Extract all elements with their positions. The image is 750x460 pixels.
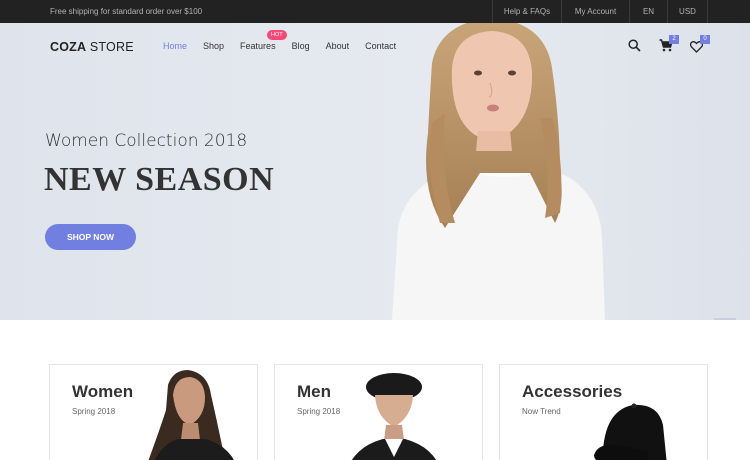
cart-count-badge: 2 — [669, 35, 679, 44]
nav-features-label: Features — [240, 41, 276, 51]
hero-slider: COZA STORE Home Shop Features HOT Blog A… — [0, 23, 750, 320]
nav-contact[interactable]: Contact — [365, 41, 396, 51]
help-faqs-link[interactable]: Help & FAQs — [493, 0, 562, 23]
wishlist-button[interactable]: 0 — [689, 35, 710, 58]
nav-shop[interactable]: Shop — [203, 41, 224, 51]
topbar-links: Help & FAQs My Account EN USD — [492, 0, 708, 23]
banner-women[interactable]: Women Spring 2018 — [49, 364, 258, 460]
hot-badge: HOT — [267, 30, 287, 40]
hero-title: NEW SEASON — [44, 161, 275, 198]
my-account-link[interactable]: My Account — [562, 0, 630, 23]
currency-selector[interactable]: USD — [668, 0, 708, 23]
slider-indicator[interactable] — [714, 318, 736, 320]
search-icon[interactable] — [628, 39, 641, 57]
banner-subtitle: Now Trend — [522, 407, 561, 416]
banner-men[interactable]: Men Spring 2018 — [274, 364, 483, 460]
site-logo[interactable]: COZA STORE — [50, 40, 134, 54]
shop-now-button[interactable]: SHOP NOW — [45, 224, 136, 250]
nav-home[interactable]: Home — [163, 41, 187, 51]
nav-features[interactable]: Features HOT — [240, 30, 287, 51]
top-bar: Free shipping for standard order over $1… — [0, 0, 750, 23]
main-nav: Home Shop Features HOT Blog About Contac… — [163, 30, 412, 51]
nav-blog[interactable]: Blog — [292, 41, 310, 51]
banner-accessories[interactable]: Accessories Now Trend — [499, 364, 708, 460]
hero-subtitle: Women Collection 2018 — [45, 131, 248, 151]
banner-title: Women — [72, 382, 134, 401]
language-selector[interactable]: EN — [630, 0, 668, 23]
wishlist-count-badge: 0 — [700, 35, 710, 44]
banner-subtitle: Spring 2018 — [297, 407, 341, 416]
banner-title: Men — [297, 382, 331, 401]
banner-title: Accessories — [522, 382, 623, 401]
nav-about[interactable]: About — [326, 41, 350, 51]
cart-button[interactable]: 2 — [659, 35, 679, 57]
shipping-notice: Free shipping for standard order over $1… — [50, 7, 203, 16]
banner-subtitle: Spring 2018 — [72, 407, 116, 416]
